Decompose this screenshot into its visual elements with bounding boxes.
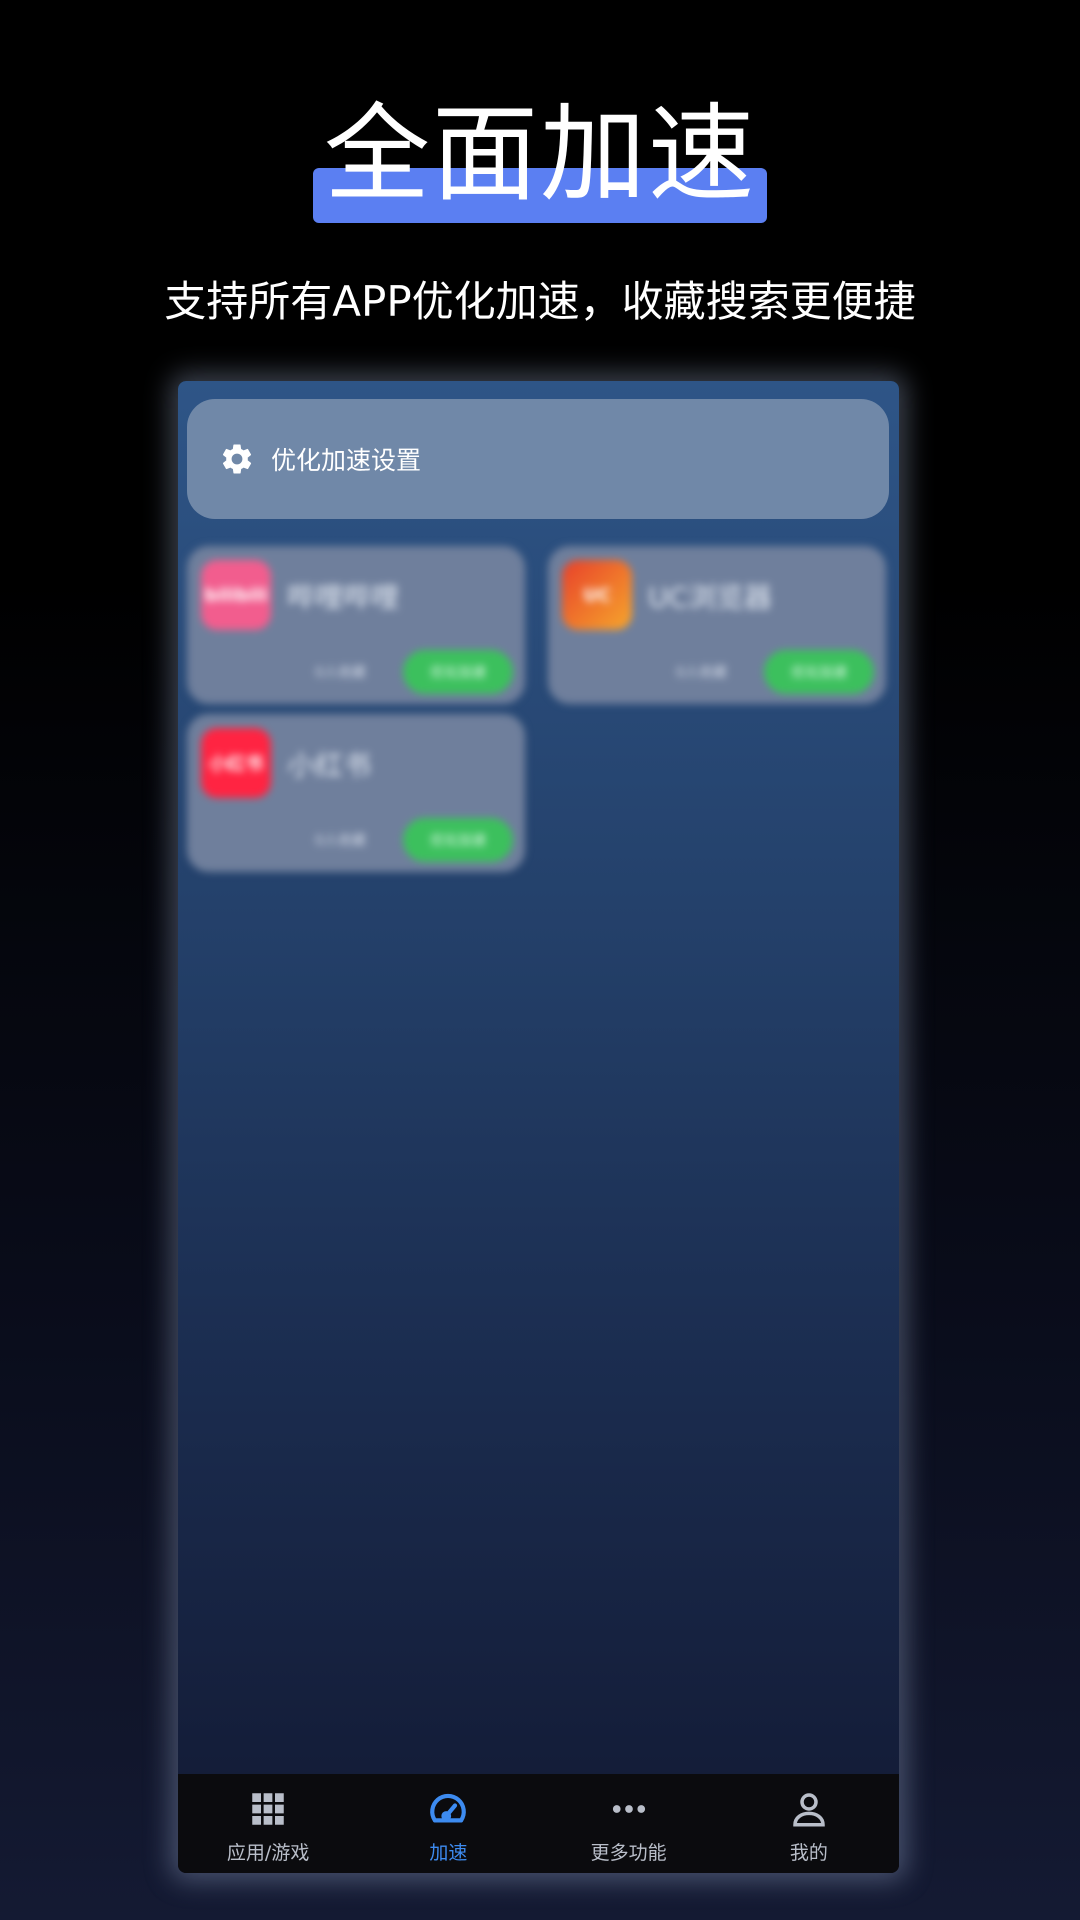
bottom-tab-bar: 应用/游戏 加速 更多功能 我的 (178, 1774, 899, 1873)
accelerate-button[interactable]: 优化加速 (764, 650, 874, 694)
accelerate-button[interactable]: 优化加速 (403, 818, 513, 862)
gear-icon (222, 444, 252, 474)
grid-icon (252, 1793, 284, 1825)
app-name: 小红书 (287, 749, 372, 782)
accelerate-button[interactable]: 优化加速 (403, 650, 513, 694)
tab-label: 我的 (789, 1842, 828, 1864)
xiaohongshu-app-icon: 小红书 (201, 728, 271, 798)
tab-label: 更多功能 (590, 1842, 667, 1864)
favorite-count: 0人收藏 (315, 665, 366, 681)
favorite-count: 0人收藏 (315, 833, 366, 849)
accelerate-settings-button[interactable]: 优化加速设置 (187, 399, 889, 519)
uc-browser-app-icon: UC (562, 560, 632, 630)
tab-more-features[interactable]: 更多功能 (539, 1774, 719, 1873)
app-card-uc-browser[interactable]: UC UC浏览器 0人收藏 优化加速 (548, 546, 886, 704)
promo-headline: 全面加速 (324, 93, 756, 216)
speedometer-icon (430, 1793, 467, 1823)
tab-label: 应用/游戏 (226, 1842, 310, 1864)
app-name: UC浏览器 (648, 581, 773, 614)
bilibili-app-icon: bilibili (201, 560, 271, 630)
tab-profile[interactable]: 我的 (719, 1774, 899, 1873)
tab-apps-games[interactable]: 应用/游戏 (178, 1774, 358, 1873)
user-icon (793, 1793, 825, 1827)
app-card-xiaohongshu[interactable]: 小红书 小红书 0人收藏 优化加速 (187, 714, 525, 872)
phone-screen: 优化加速设置 bilibili 哔哩哔哩 0人收藏 优化加速 UC UC浏览器 … (178, 381, 899, 1873)
app-name: 哔哩哔哩 (287, 581, 400, 614)
tab-accelerate[interactable]: 加速 (358, 1774, 538, 1873)
more-icon (612, 1805, 645, 1813)
favorite-count: 0人收藏 (676, 665, 727, 681)
app-card-bilibili[interactable]: bilibili 哔哩哔哩 0人收藏 优化加速 (187, 546, 525, 704)
promo-header: 全面加速 (0, 90, 1080, 230)
settings-label: 优化加速设置 (271, 446, 422, 475)
tab-label: 加速 (429, 1842, 468, 1864)
promo-subheadline: 支持所有APP优化加速，收藏搜索更便捷 (164, 277, 916, 326)
